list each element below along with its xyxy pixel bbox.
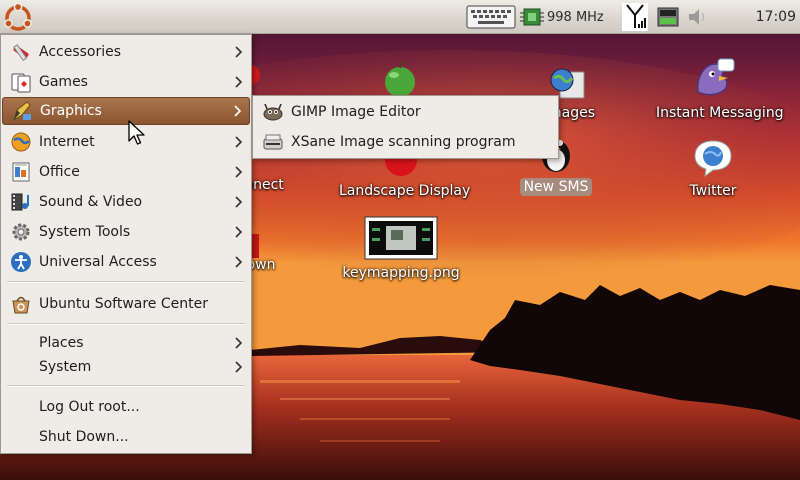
submenu-item-xsane[interactable]: XSane Image scanning program xyxy=(254,128,557,156)
menu-item-graphics[interactable]: Graphics xyxy=(2,97,250,125)
menu-separator xyxy=(7,323,245,325)
menu-item-log-out[interactable]: Log Out root... xyxy=(2,393,250,421)
chevron-right-icon xyxy=(235,166,243,178)
status-icons xyxy=(622,0,708,34)
desktop-icon-twitter[interactable]: Twitter xyxy=(672,138,754,200)
accessories-icon xyxy=(13,44,29,61)
volume-muted-icon[interactable] xyxy=(686,6,708,28)
pidgin-bird-icon xyxy=(696,58,735,96)
applications-menu: Accessories Games Graphics Internet Offi… xyxy=(0,34,252,454)
cards-icon xyxy=(11,73,31,93)
sound-video-icon xyxy=(11,193,29,211)
menu-item-shut-down[interactable]: Shut Down... xyxy=(2,423,250,451)
chevron-right-icon xyxy=(235,361,243,373)
ubuntu-logo-icon[interactable] xyxy=(2,1,34,33)
chevron-right-icon xyxy=(235,256,243,268)
desktop-icon-keymapping[interactable]: keymapping.png xyxy=(337,216,465,282)
panel-clock[interactable]: 17:09 xyxy=(756,0,796,34)
apple-icon xyxy=(385,62,415,96)
menu-item-sound-video[interactable]: Sound & Video xyxy=(2,188,250,216)
cpu-frequency[interactable]: 998 MHz xyxy=(547,10,604,25)
chevron-right-icon xyxy=(235,337,243,349)
battery-icon[interactable] xyxy=(656,5,680,29)
software-center-icon xyxy=(12,296,30,314)
system-tray: 998 MHz xyxy=(466,0,604,34)
office-icon xyxy=(12,162,30,182)
desktop-icon-label: Twitter xyxy=(689,183,737,199)
menu-item-office[interactable]: Office xyxy=(2,158,250,186)
menu-item-system-tools[interactable]: System Tools xyxy=(2,218,250,246)
menu-item-accessories[interactable]: Accessories xyxy=(2,38,250,66)
chevron-right-icon xyxy=(235,76,243,88)
chevron-right-icon xyxy=(235,226,243,238)
chevron-right-icon xyxy=(235,136,243,148)
desktop-icon-label: keymapping.png xyxy=(342,265,460,281)
desktop-icon-label: New SMS xyxy=(519,178,593,196)
menu-item-system[interactable]: System xyxy=(2,353,250,381)
menu-item-universal-access[interactable]: Universal Access xyxy=(2,248,250,276)
chat-globe-icon xyxy=(694,140,732,178)
signal-strength-icon[interactable] xyxy=(622,2,648,32)
desktop-icon-label: Instant Messaging xyxy=(656,105,784,121)
chevron-right-icon xyxy=(235,46,243,58)
menu-item-ubuntu-software-center[interactable]: Ubuntu Software Center xyxy=(2,290,250,318)
submenu-item-gimp[interactable]: GIMP Image Editor xyxy=(254,98,557,126)
image-thumbnail-icon xyxy=(364,216,438,260)
cpu-chip-icon[interactable] xyxy=(520,6,544,28)
graphics-submenu: GIMP Image Editor XSane Image scanning p… xyxy=(252,95,559,159)
menu-separator xyxy=(7,281,245,283)
mouse-pointer-icon xyxy=(128,120,145,145)
menu-item-internet[interactable]: Internet xyxy=(2,128,250,156)
gimp-icon xyxy=(263,103,283,121)
menu-item-games[interactable]: Games xyxy=(2,68,250,96)
chevron-right-icon xyxy=(235,196,243,208)
keyboard-icon[interactable] xyxy=(466,3,516,31)
internet-globe-icon xyxy=(11,132,31,152)
gear-icon xyxy=(12,223,30,241)
chevron-right-icon xyxy=(234,105,242,117)
top-panel: 998 MHz 17:09 xyxy=(0,0,800,34)
accessibility-icon xyxy=(11,252,31,272)
scanner-icon xyxy=(263,134,283,150)
menu-separator xyxy=(7,385,245,387)
desktop-icon-label: Landscape Display xyxy=(339,183,471,199)
desktop-icon-instant-messaging[interactable]: Instant Messaging xyxy=(652,56,784,122)
graphics-icon xyxy=(13,101,31,122)
